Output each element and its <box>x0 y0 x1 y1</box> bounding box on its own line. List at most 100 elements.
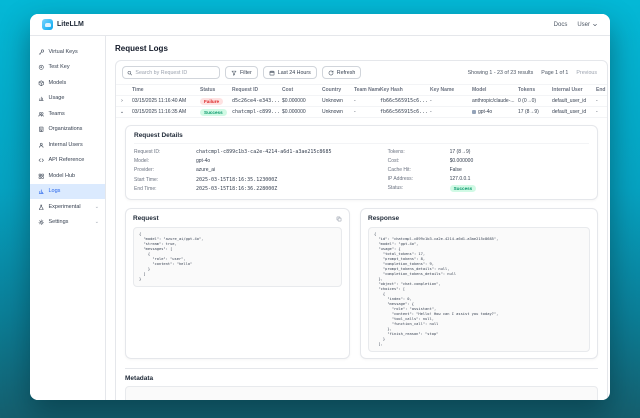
cell-key-name: - <box>430 109 472 115</box>
request-code-box: { "model": "azure_ai/gpt-4o", "stream": … <box>133 227 342 287</box>
column-header-end-user: End User <box>596 87 608 93</box>
column-header-time: Time <box>132 87 200 93</box>
detail-model: gpt-4o <box>196 158 366 164</box>
sidebar-item-teams[interactable]: Teams <box>30 106 105 122</box>
collapse-row-button[interactable]: ⌄ <box>116 109 132 115</box>
docs-link[interactable]: Docs <box>554 22 568 28</box>
cell-tokens: 17 (8→9) <box>518 109 552 115</box>
detail-label: Cost: <box>388 158 450 164</box>
detail-cost: $0.000000 <box>450 158 589 164</box>
cell-end-user: - <box>596 98 608 104</box>
sidebar-item-label: Logs <box>49 188 61 194</box>
metadata-code-box <box>125 386 598 400</box>
refresh-button-label: Refresh <box>337 70 356 76</box>
sidebar-item-label: Model Hub <box>49 173 76 179</box>
desktop-background: LiteLLM Docs User Virtual Keys Test Ke <box>0 0 640 418</box>
filter-button-label: Filter <box>240 70 252 76</box>
cell-request-id: d5c26ce4-e343... <box>232 98 282 104</box>
sidebar-item-logs[interactable]: Logs <box>30 184 105 200</box>
sidebar-item-test-key[interactable]: Test Key <box>30 60 105 76</box>
previous-page-button[interactable]: Previous <box>576 70 597 76</box>
sidebar-item-settings[interactable]: Settings ⌄ <box>30 215 105 231</box>
search-box <box>122 66 220 79</box>
detail-request-id: chatcmpl-c899c1b3-ca2e-4214-a6d1-a3ae215… <box>196 149 366 155</box>
refresh-icon <box>328 70 334 76</box>
user-menu[interactable]: User <box>577 22 598 28</box>
request-details-title: Request Details <box>134 132 589 139</box>
time-range-button[interactable]: Last 24 Hours <box>263 66 317 79</box>
cell-time: 03/15/2025 11:16:40 AM <box>132 98 200 104</box>
logs-icon <box>38 188 45 195</box>
internal-users-icon <box>38 142 45 149</box>
table-row[interactable]: ⌄ 03/15/2025 11:16:35 AM Success chatcmp… <box>116 107 607 118</box>
cell-internal-user: default_user_id <box>552 98 596 104</box>
page-title: Request Logs <box>115 44 608 53</box>
detail-label: Provider: <box>134 167 196 173</box>
response-code-box: { "id": "chatcmpl-c899c1b3-ca2e-4214-a6d… <box>368 227 590 352</box>
usage-chart-icon <box>38 95 45 102</box>
sidebar-item-label: Models <box>49 80 67 86</box>
refresh-button[interactable]: Refresh <box>322 66 362 79</box>
metadata-title: Metadata <box>125 375 598 382</box>
sidebar-item-usage[interactable]: Usage <box>30 91 105 107</box>
cell-country: Unknown <box>322 109 354 115</box>
test-key-icon <box>38 64 45 71</box>
expand-row-button[interactable]: › <box>116 98 132 104</box>
search-input[interactable] <box>135 70 215 76</box>
column-header-cost: Cost <box>282 87 322 93</box>
sidebar-item-internal-users[interactable]: Internal Users <box>30 137 105 153</box>
model-name: gpt-4o <box>478 109 492 115</box>
main-content: Request Logs Filter <box>106 36 610 400</box>
sidebar-item-api-reference[interactable]: API Reference <box>30 153 105 169</box>
column-header-internal-user: Internal User <box>552 87 596 93</box>
copy-icon[interactable] <box>336 216 342 222</box>
column-header-request-id: Request ID <box>232 87 282 93</box>
cell-key-name: - <box>430 98 472 104</box>
model-hub-icon <box>38 173 45 180</box>
cell-time: 03/15/2025 11:16:35 AM <box>132 109 200 115</box>
request-panel-title: Request <box>133 215 159 222</box>
sidebar-item-label: Test Key <box>49 64 70 70</box>
cell-cost: $0.000000 <box>282 98 322 104</box>
sidebar-item-model-hub[interactable]: Model Hub <box>30 168 105 184</box>
search-icon <box>127 70 132 76</box>
sidebar-item-models[interactable]: Models <box>30 75 105 91</box>
cell-model: gpt-4o <box>472 109 518 115</box>
table-header: Time Status Request ID Cost Country Team… <box>116 84 607 96</box>
table-row[interactable]: › 03/15/2025 11:16:40 AM Failure d5c26ce… <box>116 96 607 107</box>
sidebar-item-virtual-keys[interactable]: Virtual Keys <box>30 44 105 60</box>
detail-end-time: 2025-03-15T18:16:36.228000Z <box>196 186 366 192</box>
column-header-key-name: Key Name <box>430 87 472 93</box>
sidebar-item-organizations[interactable]: Organizations <box>30 122 105 138</box>
cell-cost: $0.000000 <box>282 109 322 115</box>
detail-cache-hit: False <box>450 167 589 173</box>
status-badge: Failure <box>200 98 223 105</box>
logs-toolbar: Filter Last 24 Hours Refresh Showing 1 -… <box>116 61 607 84</box>
request-panel: Request { "model": "azure_ai/gpt-4o", "s… <box>125 208 350 359</box>
page-indicator: Page 1 of 1 <box>541 70 568 76</box>
sidebar-item-label: Virtual Keys <box>49 49 78 55</box>
cell-team-name: - <box>354 109 380 115</box>
detail-label: Request ID: <box>134 149 196 155</box>
brand-name: LiteLLM <box>57 21 84 28</box>
column-header-status: Status <box>200 87 232 93</box>
sidebar-item-label: Teams <box>49 111 65 117</box>
filter-button[interactable]: Filter <box>225 66 258 79</box>
response-panel: Response { "id": "chatcmpl-c899c1b3-ca2e… <box>360 208 598 359</box>
column-header-team-name: Team Name <box>354 87 380 93</box>
funnel-icon <box>231 70 237 76</box>
cell-key-hash: fb66c565915c6... <box>380 109 430 115</box>
chevron-down-icon: ⌄ <box>95 219 99 225</box>
cell-tokens: 0 (0→0) <box>518 98 552 104</box>
response-panel-title: Response <box>368 215 399 222</box>
cell-internal-user: default_user_id <box>552 109 596 115</box>
litellm-logo-icon <box>42 19 53 30</box>
cell-key-hash: fb66c565915c6... <box>380 98 430 104</box>
experimental-flask-icon <box>38 204 45 211</box>
sidebar-item-label: Experimental <box>49 204 81 210</box>
sidebar-item-label: Internal Users <box>49 142 83 148</box>
sidebar-item-label: Settings <box>49 219 69 225</box>
detail-label: IP Address: <box>388 176 450 182</box>
sidebar-item-experimental[interactable]: Experimental ⌄ <box>30 199 105 215</box>
status-badge: Success <box>200 109 227 116</box>
